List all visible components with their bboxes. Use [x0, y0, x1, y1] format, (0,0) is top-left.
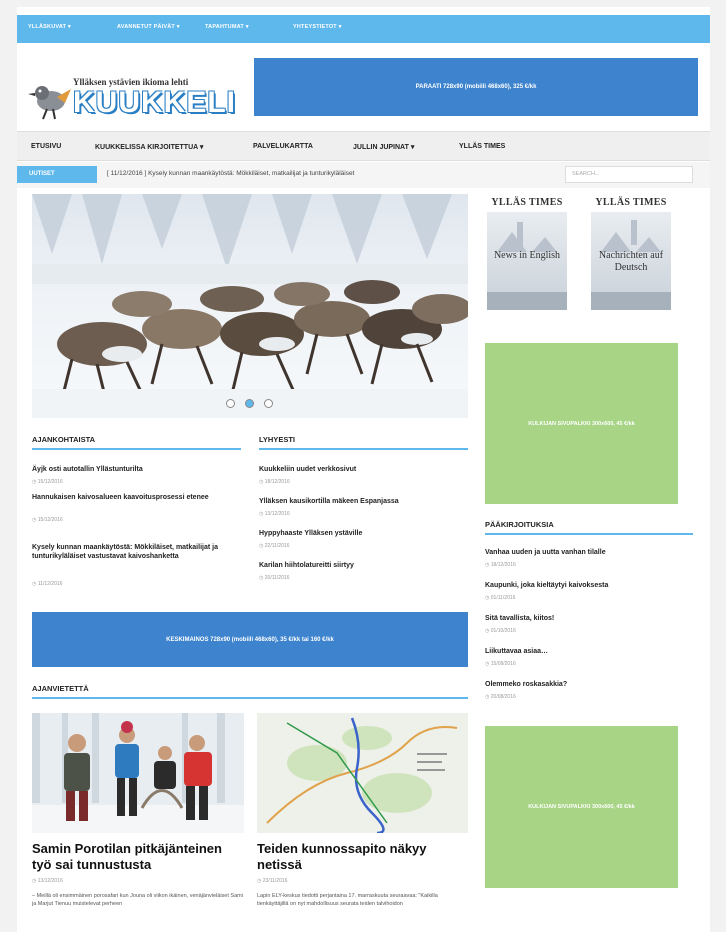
yllas-times-cover: News in English	[487, 212, 567, 310]
article-date: ◷ 11/12/2016	[32, 581, 63, 587]
site-logo[interactable]: Ylläksen ystävien ikioma lehti KUUKKELI	[27, 65, 235, 127]
article-headline[interactable]: Teiden kunnossapito näkyy netissä	[257, 841, 468, 873]
slider-dot[interactable]	[264, 399, 273, 408]
nav-item-palvelukartta[interactable]: PALVELUKARTTA	[253, 143, 313, 150]
section-title-lyhyesti: LYHYESTI	[259, 435, 295, 444]
yllas-times-german[interactable]: YLLÄS TIMES Nachrichten auf Deutsch	[589, 197, 673, 310]
ticker-text[interactable]: [ 11/12/2016 ] Kysely kunnan maankäytöst…	[107, 170, 354, 177]
article-link[interactable]: Olemmeko roskasakkia?	[485, 680, 693, 689]
section-divider	[32, 697, 468, 699]
top-menu-bar: YLLÄSKUVAT ▾ AVANNETUT PÄIVÄT ▾ TAPAHTUM…	[17, 15, 710, 43]
slider-dot[interactable]	[226, 399, 235, 408]
article-thumbnail-map[interactable]	[257, 713, 468, 833]
hero-slider-image[interactable]	[32, 194, 468, 418]
yllas-times-english[interactable]: YLLÄS TIMES News in English	[485, 197, 569, 310]
middle-ad-banner[interactable]: KESKIMAINOS 728x90 (mobiili 468x60), 35 …	[32, 612, 468, 667]
slider-dot-active[interactable]	[245, 399, 254, 408]
page: YLLÄSKUVAT ▾ AVANNETUT PÄIVÄT ▾ TAPAHTUM…	[17, 7, 710, 932]
top-menu-item[interactable]: TAPAHTUMAT ▾	[205, 24, 249, 30]
article-headline[interactable]: Samin Porotilan pitkäjänteinen työ sai t…	[32, 841, 244, 873]
section-title-ajanvietetta: AJANVIETETTÄ	[32, 684, 89, 693]
section-divider	[485, 533, 693, 535]
article-link[interactable]: Hyppyhaaste Ylläksen ystäville	[259, 529, 468, 538]
section-title-ajankohtaista: AJANKOHTAISTA	[32, 435, 96, 444]
article-date: ◷ 13/12/2016	[259, 511, 290, 517]
top-menu-item[interactable]: YLLÄSKUVAT ▾	[28, 24, 71, 30]
article-date: ◷ 13/12/2016	[32, 878, 63, 884]
article-link[interactable]: Äyjk osti autotallin Yllästunturilta	[32, 465, 241, 474]
article-date: ◷ 22/11/2016	[259, 543, 290, 549]
yllas-times-cover: Nachrichten auf Deutsch	[591, 212, 671, 310]
article-link[interactable]: Hannukaisen kaivosalueen kaavoitusproses…	[32, 493, 241, 502]
nav-item-kirjoitettua[interactable]: KUUKKELISSA KIRJOITETTUA ▾	[95, 143, 203, 151]
article-date: ◷ 20/08/2016	[485, 694, 516, 700]
article-link[interactable]: Liikuttavaa asiaa…	[485, 647, 693, 656]
section-divider	[32, 448, 241, 450]
section-title-paakirjoituksia: PÄÄKIRJOITUKSIA	[485, 520, 554, 529]
logo-brand: KUUKKELI	[73, 86, 236, 119]
article-link[interactable]: Sitä tavallista, kiitos!	[485, 614, 693, 623]
nav-item-jupinat[interactable]: JULLIN JUPINAT ▾	[353, 143, 414, 151]
article-date: ◷ 23/11/2016	[257, 878, 288, 884]
bird-logo-icon	[28, 86, 71, 120]
top-menu-item[interactable]: YHTEYSTIETOT ▾	[293, 24, 342, 30]
yllas-times-title: YLLÄS TIMES	[595, 197, 667, 208]
article-excerpt: – Meillä oli ensimmäinen porosafari kun …	[32, 893, 243, 907]
search-input[interactable]: SEARCH...	[565, 166, 693, 183]
yllas-times-caption: News in English	[493, 250, 561, 261]
article-date: ◷ 01/10/2016	[485, 628, 516, 634]
sidebar-ad-1[interactable]: KULKIJAN SIVUPALKKI 300x600, 45 €/kk	[485, 343, 678, 504]
article-date: ◷ 20/11/2016	[259, 575, 290, 581]
article-date: ◷ 15/12/2016	[32, 479, 63, 485]
article-excerpt: Lapin ELY-keskus tiedotti perjantaina 17…	[257, 893, 438, 907]
article-link[interactable]: Vanhaa uuden ja uutta vanhan tilalle	[485, 548, 693, 557]
article-link[interactable]: Karilan hiihtolatureitti siirtyy	[259, 561, 468, 570]
yllas-times-title: YLLÄS TIMES	[491, 197, 563, 208]
article-thumbnail-people[interactable]	[32, 713, 244, 833]
top-menu-item[interactable]: AVANNETUT PÄIVÄT ▾	[117, 24, 180, 30]
news-ticker: UUTISET [ 11/12/2016 ] Kysely kunnan maa…	[17, 162, 710, 188]
article-link[interactable]: Kuukkeliin uudet verkkosivut	[259, 465, 468, 474]
article-date: ◷ 18/12/2016	[259, 479, 290, 485]
article-link[interactable]: Kaupunki, joka kieltäytyi kaivoksesta	[485, 581, 693, 590]
article-link[interactable]: Kysely kunnan maankäytöstä: Mökkiläiset,…	[32, 543, 241, 561]
ticker-label: UUTISET	[17, 166, 97, 183]
main-navigation: ETUSIVU KUUKKELISSA KIRJOITETTUA ▾ PALVE…	[17, 131, 710, 161]
article-link[interactable]: Ylläksen kausikortilla mäkeen Espanjassa	[259, 497, 468, 506]
top-ad-banner[interactable]: PARAATI 728x90 (mobiili 468x60), 325 €/k…	[254, 58, 698, 116]
article-date: ◷ 18/12/2016	[485, 562, 516, 568]
article-date: ◷ 15/09/2016	[485, 661, 516, 667]
sidebar-ad-2[interactable]: KULKIJAN SIVUPALKKI 300x600, 45 €/kk	[485, 726, 678, 888]
section-divider	[259, 448, 468, 450]
article-date: ◷ 01/11/2016	[485, 595, 516, 601]
nav-item-yllas-times[interactable]: YLLÄS TIMES	[459, 143, 505, 150]
article-date: ◷ 15/12/2016	[32, 517, 63, 523]
yllas-times-caption: Nachrichten auf Deutsch	[598, 250, 664, 273]
nav-item-etusivu[interactable]: ETUSIVU	[31, 143, 61, 150]
